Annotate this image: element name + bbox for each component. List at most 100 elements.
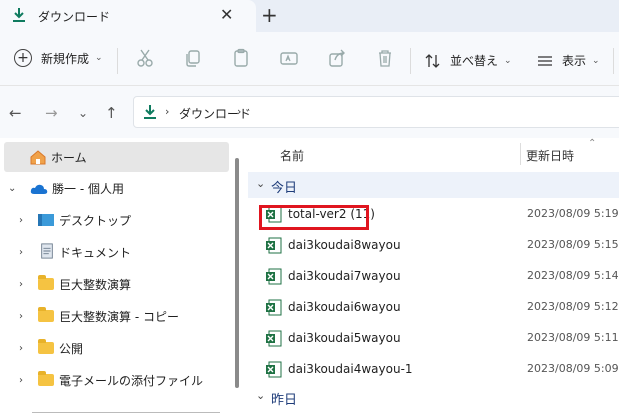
sidebar-item-label: デスクトップ [59,213,132,228]
sidebar-item-folder-3[interactable]: › 公開 [0,333,228,363]
sidebar-item-documents[interactable]: › ドキュメント [0,237,228,267]
chevron-right-icon[interactable]: › [19,375,23,386]
breadcrumb-chevron-icon[interactable]: › [165,105,169,118]
highlight-annotation [259,205,369,230]
address-bar[interactable]: › ダウンロード › [133,96,619,128]
sidebar-item-folder-4[interactable]: › 電子メールの添付ファイル [0,365,228,395]
sidebar-item-label: 巨大整数演算 [59,277,132,292]
folder-icon [38,307,54,322]
chevron-right-icon[interactable]: › [19,215,23,226]
chevron-right-icon[interactable]: › [19,343,23,354]
sidebar-item-folder-1[interactable]: › 巨大整数演算 [0,269,228,299]
new-button[interactable]: + 新規作成 ⌄ [14,49,103,67]
chevron-down-icon: ⌄ [256,389,266,402]
divider [32,412,220,413]
column-divider[interactable] [520,143,521,165]
sidebar-item-label: 電子メールの添付ファイル [59,373,204,388]
onedrive-cloud-icon [30,184,48,194]
title-bar: ダウンロード ✕ + [0,0,619,32]
excel-file-icon [266,299,282,316]
copy-icon[interactable] [183,48,203,68]
sort-ascending-icon: ⌃ [588,138,597,149]
chevron-right-icon[interactable]: › [19,311,23,322]
file-name: dai3koudai8wayou [288,238,401,252]
file-row[interactable]: dai3koudai8wayou 2023/08/09 5:15 [248,230,619,261]
download-icon [13,8,25,22]
excel-file-icon [266,361,282,378]
file-date: 2023/08/09 5:11 [527,331,619,344]
file-row[interactable]: dai3koudai4wayou-1 2023/08/09 5:09 [248,354,619,385]
up-arrow-icon[interactable]: ↑ [105,104,118,122]
share-icon[interactable] [327,48,347,68]
close-tab-icon[interactable]: ✕ [220,5,233,24]
new-button-label: 新規作成 [41,51,90,66]
column-header-date[interactable]: 更新日時 [526,147,574,164]
folder-icon [38,339,54,354]
folder-icon [38,371,54,386]
tab-downloads[interactable]: ダウンロード ✕ [0,0,256,32]
sort-label: 並べ替え [450,54,499,68]
file-name: dai3koudai6wayou [288,300,401,314]
divider [117,48,118,74]
file-date: 2023/08/09 5:12 [527,300,619,313]
file-name: dai3koudai7wayou [288,269,401,283]
chevron-right-icon[interactable]: › [19,247,23,258]
sidebar-item-desktop[interactable]: › デスクトップ [0,205,228,235]
sidebar-scrollbar[interactable] [235,158,239,388]
sidebar-item-label: 巨大整数演算 - コピー [59,309,179,324]
file-name: dai3koudai5wayou [288,331,401,345]
chevron-down-icon: ⌄ [592,55,600,66]
group-label: 今日 [271,181,298,196]
rename-icon[interactable] [279,48,299,68]
file-list: ⌃ 名前 更新日時 ⌄ 今日 total-ver2 (11) 2023/08/0… [248,138,619,416]
file-date: 2023/08/09 5:15 [527,238,619,251]
file-date: 2023/08/09 5:19 [527,207,619,220]
chevron-down-icon: ⌄ [256,177,266,190]
column-header-name[interactable]: 名前 [280,147,304,164]
excel-file-icon [266,237,282,254]
sidebar-item-label: ホーム [51,150,87,165]
chevron-down-icon[interactable]: ⌄ [8,183,16,194]
group-label: 昨日 [271,393,298,408]
navigation-bar: ← → ⌄ ↑ › ダウンロード › [0,86,619,138]
excel-file-icon [266,268,282,285]
view-list-icon [538,55,552,66]
delete-icon[interactable] [375,48,395,68]
view-label: 表示 [562,54,587,68]
sidebar-item-home[interactable]: ホーム [4,142,229,172]
chevron-down-icon: ⌄ [504,55,512,66]
breadcrumb-chevron-icon[interactable]: › [237,105,241,118]
sidebar-item-label: ドキュメント [59,245,132,260]
new-tab-button[interactable]: + [261,3,278,27]
document-icon [41,243,53,259]
recent-locations-icon[interactable]: ⌄ [78,106,88,120]
group-header-today[interactable]: ⌄ 今日 [248,172,619,198]
file-row[interactable]: dai3koudai5wayou 2023/08/09 5:11 [248,323,619,354]
divider [410,48,411,74]
forward-arrow-icon[interactable]: → [45,104,58,122]
sidebar-item-folder-2[interactable]: › 巨大整数演算 - コピー [0,301,228,331]
file-name: dai3koudai4wayou-1 [288,362,413,376]
back-arrow-icon[interactable]: ← [9,104,22,122]
file-row[interactable]: dai3koudai6wayou 2023/08/09 5:12 [248,292,619,323]
tab-title: ダウンロード [38,10,111,24]
download-icon [144,105,156,119]
file-date: 2023/08/09 5:14 [527,269,619,282]
sidebar-item-label: 勝一 - 個人用 [52,181,124,196]
sidebar-item-label: 公開 [59,341,84,356]
sort-icon [425,53,440,68]
group-header-yesterday[interactable]: ⌄ 昨日 [248,384,619,410]
sidebar-item-onedrive[interactable]: ⌄ 勝一 - 個人用 [0,173,228,203]
chevron-right-icon[interactable]: › [19,279,23,290]
folder-icon [38,275,54,290]
plus-circle-icon: + [14,49,32,67]
divider [613,48,614,74]
view-button[interactable]: 表示 ⌄ [537,52,600,69]
file-row[interactable]: dai3koudai7wayou 2023/08/09 5:14 [248,261,619,292]
paste-icon[interactable] [231,48,251,68]
cut-icon[interactable] [135,48,155,68]
excel-file-icon [266,330,282,347]
home-icon [30,150,46,165]
sort-button[interactable]: 並べ替え ⌄ [424,52,512,69]
navigation-pane: ホーム ⌄ 勝一 - 個人用 › デスクトップ › ドキュメント › 巨大整数演… [0,138,244,416]
